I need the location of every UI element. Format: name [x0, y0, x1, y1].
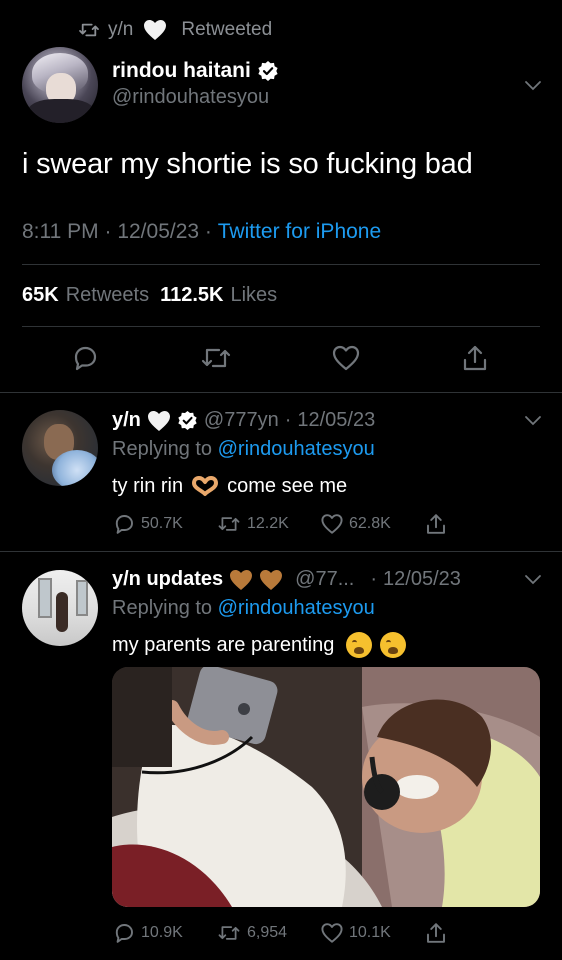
retweeter-name[interactable]: y/n [108, 19, 133, 41]
avatar[interactable] [22, 47, 98, 123]
avatar[interactable] [22, 570, 98, 646]
attached-photo[interactable] [112, 667, 540, 907]
reply-count: 50.7K [141, 515, 183, 532]
display-name[interactable]: y/n [112, 409, 141, 432]
like-icon [320, 512, 344, 536]
replying-label: Replying to [112, 597, 213, 619]
reply-header: y/n @777yn · 12/05/23 [112, 409, 375, 432]
separator-dot: · [199, 220, 218, 243]
reply-count-button[interactable]: 10.9K [112, 921, 216, 945]
retweets-count[interactable]: 65K [22, 284, 59, 307]
retweet-count: 12.2K [247, 515, 289, 532]
reply-icon [112, 921, 136, 945]
share-button[interactable] [424, 512, 454, 536]
reply-text-body: my parents are parenting [112, 633, 335, 656]
tweet-actions [70, 343, 490, 373]
retweet-icon [216, 513, 242, 535]
reply-text-before: ty rin rin [112, 475, 184, 497]
separator-dot: · [370, 568, 378, 590]
retweet-icon [78, 21, 100, 39]
retweeted-label: Retweeted [181, 19, 273, 40]
display-name[interactable]: rindou haitani [112, 59, 251, 83]
reply-date: 12/05/23 [383, 568, 461, 590]
retweet-count-button[interactable]: 6,954 [216, 921, 320, 945]
verified-icon [177, 410, 198, 431]
retweet-button-icon[interactable] [199, 343, 233, 373]
tweet-time: 8:11 PM [22, 220, 99, 243]
white-heart-icon [147, 410, 171, 432]
replying-to: Replying to @rindouhatesyou [112, 597, 375, 620]
tweet-source[interactable]: Twitter for iPhone [218, 220, 381, 244]
replying-label: Replying to [112, 438, 213, 460]
retweets-label[interactable]: Retweets [66, 284, 149, 307]
share-icon [424, 921, 448, 945]
like-count: 10.1K [349, 924, 391, 941]
divider [0, 392, 562, 393]
weary-face-icon [380, 632, 407, 658]
like-icon[interactable] [331, 343, 361, 373]
white-heart-icon [143, 19, 167, 41]
chevron-down-icon[interactable] [524, 574, 542, 586]
share-button[interactable] [424, 921, 454, 945]
reply-text: ty rin rin come see me [112, 475, 347, 498]
share-icon [424, 512, 448, 536]
reply-actions: 10.9K 6,954 10.1K [112, 921, 454, 945]
likes-label[interactable]: Likes [230, 284, 277, 307]
reply-date: 12/05/23 [297, 409, 376, 431]
retweet-count: 6,954 [247, 924, 288, 941]
reply-header: y/n updates @77... · 12/05/23 [112, 568, 461, 591]
like-icon [320, 921, 344, 945]
separator-dot: · [98, 220, 118, 243]
reply-icon [112, 512, 136, 536]
replying-to-handle[interactable]: @rindouhatesyou [218, 438, 375, 461]
tweet-text: i swear my shortie is so fucking bad [22, 148, 473, 180]
likes-count[interactable]: 112.5K [160, 284, 223, 307]
share-icon[interactable] [460, 343, 490, 373]
reply-actions: 50.7K 12.2K 62.8K [112, 512, 454, 536]
retweeted-header: y/n Retweeted [78, 18, 272, 42]
brown-heart-icon [259, 569, 283, 591]
divider [22, 264, 540, 265]
reply-text-after: come see me [227, 475, 348, 497]
display-name[interactable]: y/n updates [112, 568, 223, 591]
separator-dot: · [284, 409, 292, 431]
reply-icon[interactable] [70, 343, 100, 373]
like-count-button[interactable]: 62.8K [320, 512, 424, 536]
replying-to-handle[interactable]: @rindouhatesyou [218, 597, 375, 620]
avatar[interactable] [22, 410, 98, 486]
weary-face-icon [346, 632, 373, 658]
divider [22, 326, 540, 327]
brown-heart-icon [229, 569, 253, 591]
chevron-down-icon[interactable] [524, 80, 542, 92]
retweet-icon [216, 922, 242, 944]
reply-count-button[interactable]: 50.7K [112, 512, 216, 536]
author-name[interactable]: rindou haitani [112, 59, 279, 83]
reply-count: 10.9K [141, 924, 183, 941]
like-count: 62.8K [349, 515, 391, 532]
divider [0, 551, 562, 552]
author-handle[interactable]: @rindouhatesyou [112, 86, 269, 109]
heart-hands-icon [191, 475, 219, 498]
tweet-meta: 8:11 PM · 12/05/23 · Twitter for iPhone [22, 220, 381, 244]
retweet-count-button[interactable]: 12.2K [216, 512, 320, 536]
like-count-button[interactable]: 10.1K [320, 921, 424, 945]
handle[interactable]: @777yn [204, 409, 279, 432]
chevron-down-icon[interactable] [524, 415, 542, 427]
handle[interactable]: @77... [295, 568, 354, 591]
tweet-date: 12/05/23 [117, 220, 200, 243]
replying-to: Replying to @rindouhatesyou [112, 438, 375, 461]
reply-text: my parents are parenting [112, 632, 407, 658]
tweet-stats: 65K Retweets 112.5K Likes [22, 284, 277, 307]
verified-icon [257, 60, 279, 82]
